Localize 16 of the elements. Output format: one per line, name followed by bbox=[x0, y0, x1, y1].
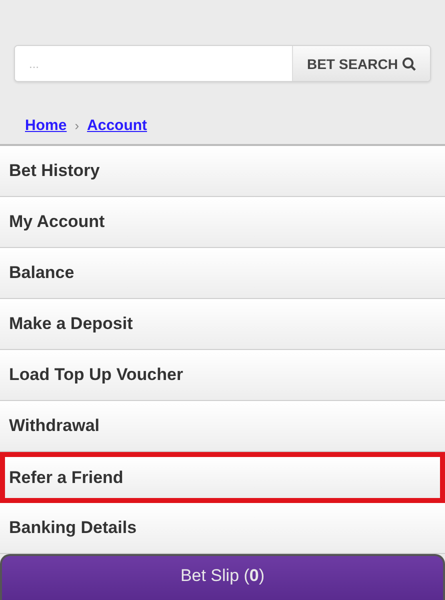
menu-item[interactable]: Withdrawal bbox=[0, 401, 445, 452]
menu-item[interactable]: Bet History bbox=[0, 146, 445, 197]
menu-item[interactable]: My Account bbox=[0, 197, 445, 248]
breadcrumb-link[interactable]: Home bbox=[25, 116, 67, 134]
search-icon bbox=[402, 56, 416, 71]
search-field[interactable]: ... BET SEARCH bbox=[14, 45, 431, 82]
breadcrumb-separator: › bbox=[74, 118, 80, 133]
menu-item[interactable]: Banking Details bbox=[0, 503, 445, 554]
bet-slip-button[interactable]: Bet Slip (0) bbox=[0, 554, 445, 600]
menu-item[interactable]: Balance bbox=[0, 248, 445, 299]
menu-item[interactable]: Make a Deposit bbox=[0, 299, 445, 350]
menu-item[interactable]: Load Top Up Voucher bbox=[0, 350, 445, 401]
bet-search-button[interactable]: BET SEARCH bbox=[292, 46, 430, 82]
search-input[interactable]: ... bbox=[15, 46, 292, 82]
menu-item[interactable]: Refer a Friend bbox=[0, 452, 445, 503]
breadcrumb-link[interactable]: Account bbox=[87, 116, 148, 134]
